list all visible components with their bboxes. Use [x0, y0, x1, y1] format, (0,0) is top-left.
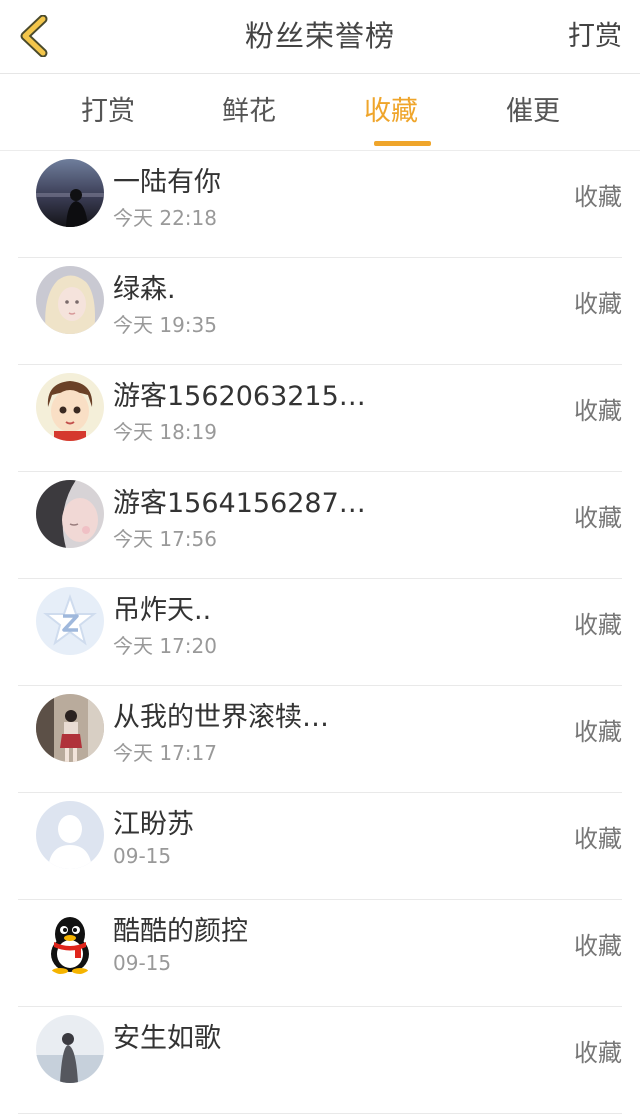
list-item[interactable]: 江盼苏 09-15 收藏 — [18, 793, 622, 900]
user-name: 吊炸天.. — [113, 595, 212, 626]
tab-collect[interactable]: 收藏 — [331, 74, 451, 150]
reward-button[interactable]: 打赏 — [568, 0, 622, 73]
user-name: 从我的世界滚犊… — [113, 702, 329, 733]
list-item[interactable]: 绿森. 今天 19:35 收藏 — [18, 258, 622, 365]
photo-street-avatar[interactable] — [36, 694, 104, 762]
timestamp: 09-15 — [113, 951, 172, 975]
user-name: 安生如歌 — [113, 1023, 221, 1054]
user-name: 江盼苏 — [113, 809, 194, 840]
list-item[interactable]: 安生如歌 收藏 — [18, 1007, 622, 1114]
action-label: 收藏 — [574, 397, 622, 425]
top-bar: 粉丝荣誉榜 打赏 — [0, 0, 640, 74]
timestamp: 今天 19:35 — [113, 313, 217, 337]
action-label: 收藏 — [574, 1039, 622, 1067]
timestamp: 今天 17:17 — [113, 741, 217, 765]
user-name: 游客1564156287… — [113, 488, 366, 519]
action-label: 收藏 — [574, 932, 622, 960]
photo-blonde-avatar[interactable] — [36, 266, 104, 334]
default-person-avatar[interactable] — [36, 801, 104, 869]
user-name: 绿森. — [113, 274, 176, 305]
user-name: 酷酷的颜控 — [113, 916, 248, 947]
action-label: 收藏 — [574, 183, 622, 211]
tab-flowers[interactable]: 鲜花 — [189, 74, 309, 150]
page-title: 粉丝荣誉榜 — [244, 19, 395, 53]
list-item[interactable]: 游客1564156287… 今天 17:56 收藏 — [18, 472, 622, 579]
action-label: 收藏 — [574, 611, 622, 639]
list-item[interactable]: 吊炸天.. 今天 17:20 收藏 — [18, 579, 622, 686]
action-label: 收藏 — [574, 825, 622, 853]
photo-winter-avatar[interactable] — [36, 1015, 104, 1083]
tab-urge-update[interactable]: 催更 — [473, 74, 593, 150]
list-item[interactable]: 游客1562063215… 今天 18:19 收藏 — [18, 365, 622, 472]
user-name: 一陆有你 — [113, 167, 221, 198]
photo-dusk-avatar[interactable] — [36, 159, 104, 227]
timestamp: 今天 22:18 — [113, 206, 217, 230]
tab-bar: 打赏 鲜花 收藏 催更 — [0, 74, 640, 151]
list-item[interactable]: 酷酷的颜控 09-15 收藏 — [18, 900, 622, 1007]
list-item[interactable]: 一陆有你 今天 22:18 收藏 — [18, 151, 622, 258]
cartoon-boy-avatar[interactable] — [36, 373, 104, 441]
penguin-avatar[interactable] — [36, 908, 104, 976]
timestamp: 今天 17:20 — [113, 634, 217, 658]
timestamp: 09-15 — [113, 844, 172, 868]
star-z-avatar[interactable] — [36, 587, 104, 655]
list-item[interactable]: 从我的世界滚犊… 今天 17:17 收藏 — [18, 686, 622, 793]
tab-reward[interactable]: 打赏 — [48, 74, 168, 150]
fan-list: 一陆有你 今天 22:18 收藏 绿森. 今天 19:35 收藏 游客15620… — [0, 151, 640, 1114]
action-label: 收藏 — [574, 290, 622, 318]
photo-girl-avatar[interactable] — [36, 480, 104, 548]
action-label: 收藏 — [574, 504, 622, 532]
timestamp: 今天 17:56 — [113, 527, 217, 551]
user-name: 游客1562063215… — [113, 381, 366, 412]
action-label: 收藏 — [574, 718, 622, 746]
timestamp: 今天 18:19 — [113, 420, 217, 444]
